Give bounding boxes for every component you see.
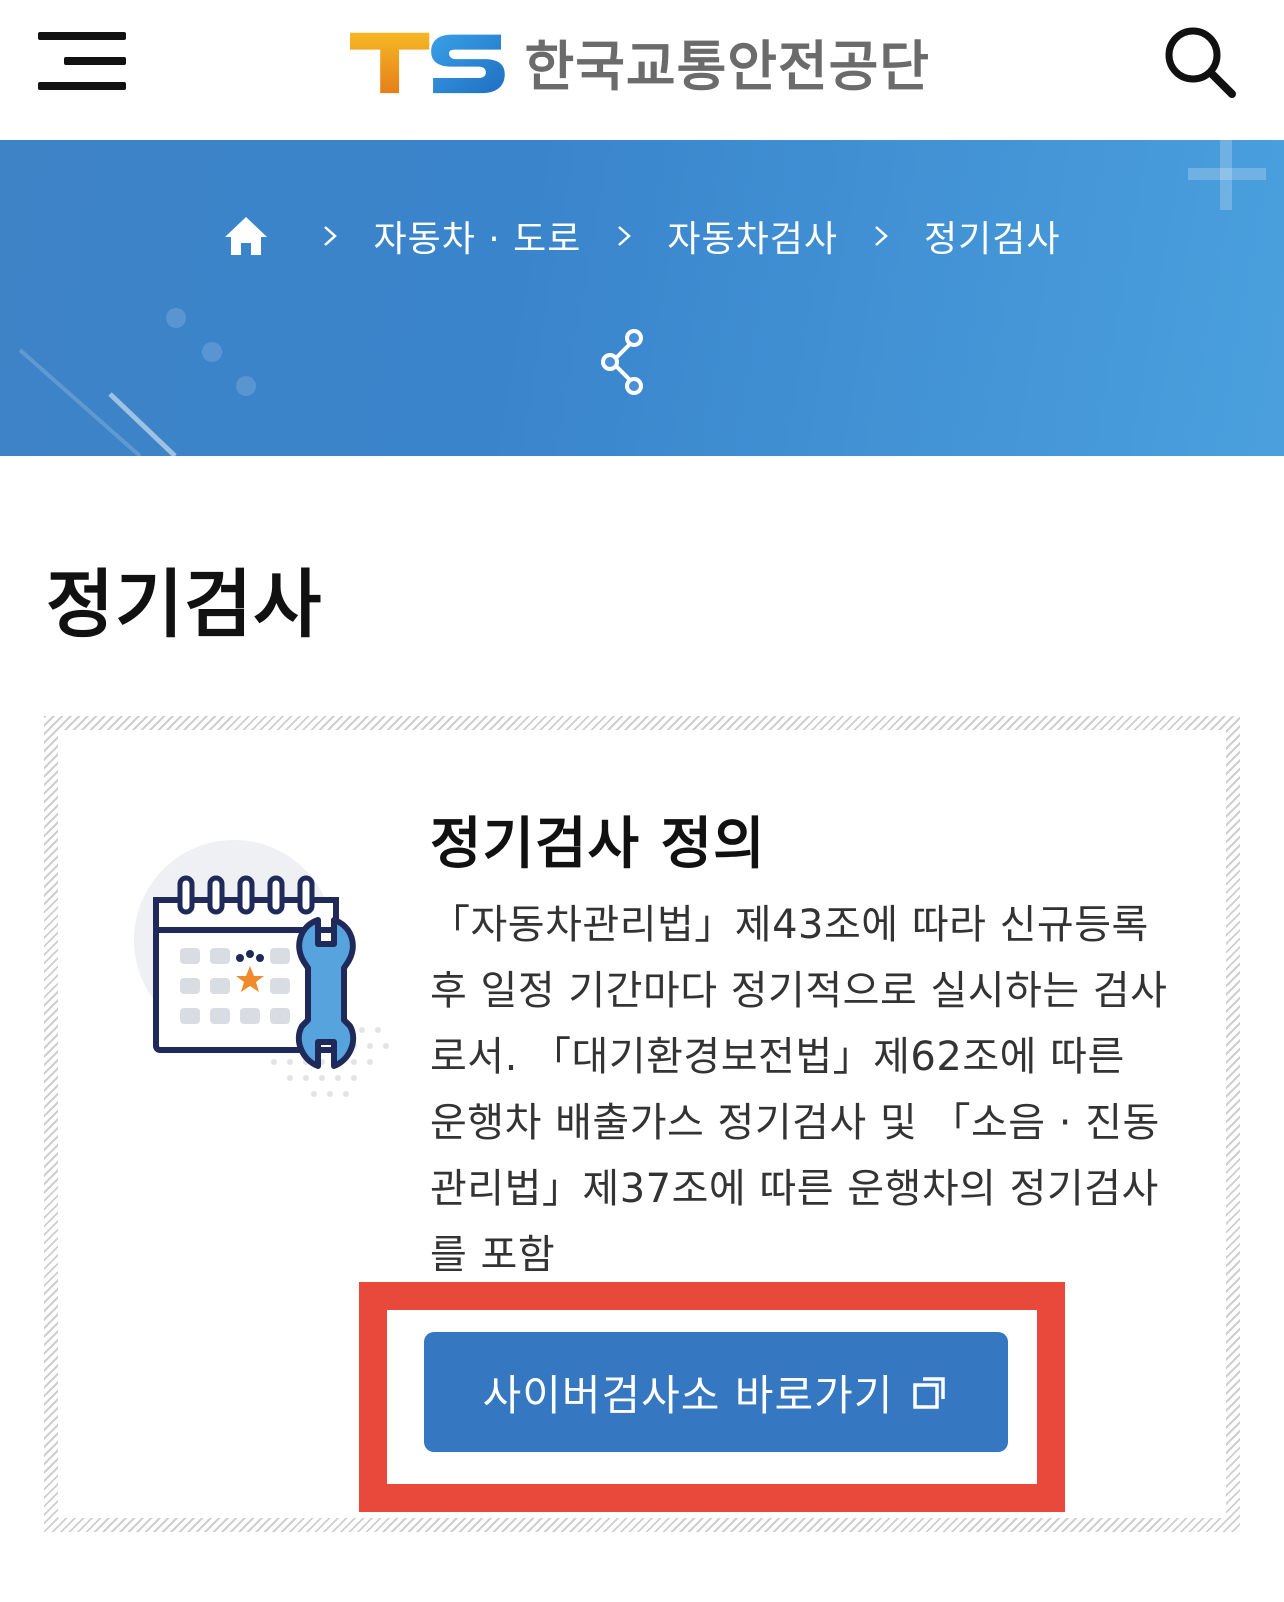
hamburger-menu-icon[interactable] xyxy=(38,28,130,94)
chevron-right-icon xyxy=(324,226,338,246)
chevron-right-icon xyxy=(875,226,888,246)
breadcrumb-item-car-inspection[interactable]: 자동차검사 xyxy=(667,210,838,262)
logo-text: 한국교통안전공단 xyxy=(524,34,930,98)
ts-logo-mark xyxy=(350,32,505,94)
banner-decoration xyxy=(18,140,1266,456)
cyber-inspection-button[interactable]: 사이버검사소 바로가기 xyxy=(424,1332,1008,1452)
breadcrumb-item-periodic-inspection[interactable]: 정기검사 xyxy=(924,210,1060,262)
definition-title: 정기검사 정의 xyxy=(430,812,766,877)
calendar-wrench-icon xyxy=(134,840,389,1097)
new-window-icon xyxy=(913,1377,946,1409)
cyber-inspection-button-label: 사이버검사소 바로가기 xyxy=(482,1370,894,1420)
search-icon[interactable] xyxy=(1160,22,1240,102)
site-header: 한국교통안전공단 xyxy=(0,0,1284,140)
chevron-right-icon xyxy=(618,226,632,246)
site-logo[interactable]: 한국교통안전공단 xyxy=(350,18,930,104)
home-icon[interactable] xyxy=(223,213,269,259)
share-icon[interactable] xyxy=(598,326,650,398)
definition-description: 「자동차관리법」제43조에 따라 신규등록 후 일정 기간마다 정기적으로 실시… xyxy=(430,902,1168,1278)
breadcrumb: 자동차 · 도로 자동차검사 정기검사 xyxy=(0,206,1284,266)
breadcrumb-item-car-road[interactable]: 자동차 · 도로 xyxy=(373,210,581,262)
breadcrumb-banner: 자동차 · 도로 자동차검사 정기검사 xyxy=(0,140,1284,456)
page-title: 정기검사 xyxy=(46,562,323,648)
